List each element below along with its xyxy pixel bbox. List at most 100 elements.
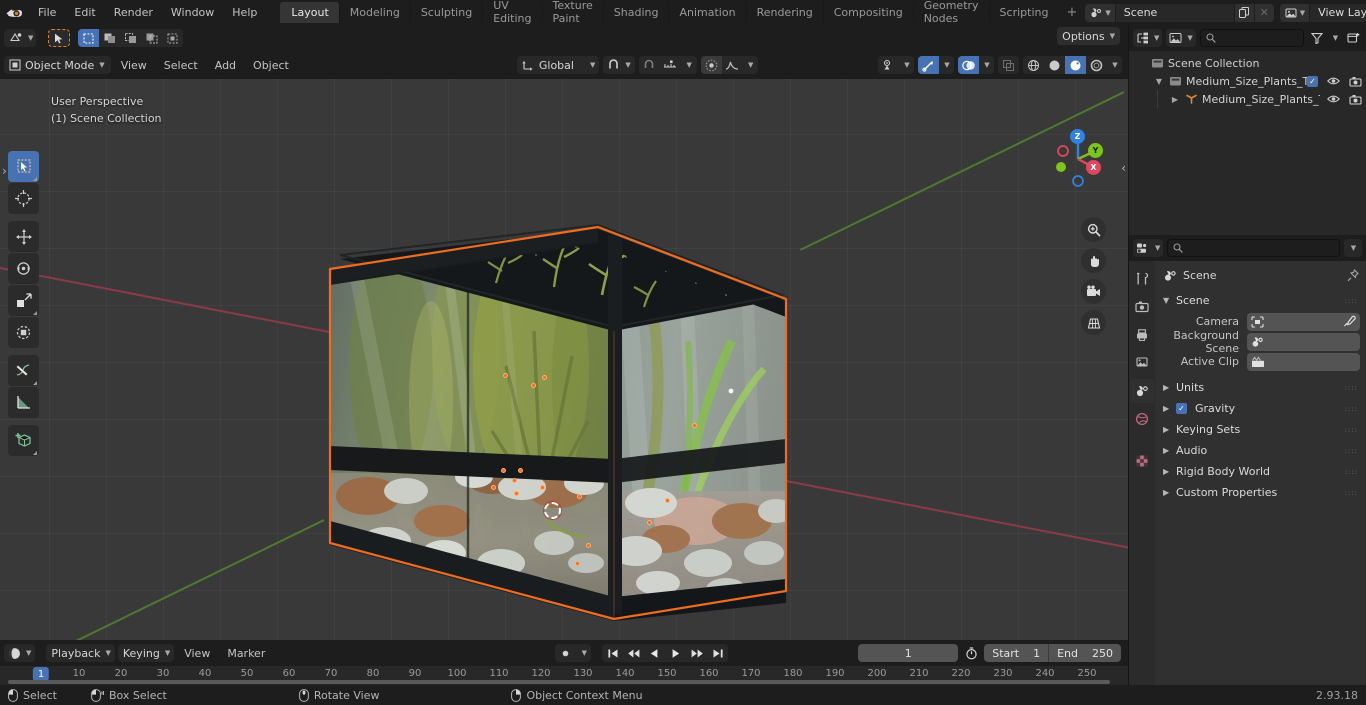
tab-modeling[interactable]: Modeling	[338, 2, 410, 23]
outliner-row-object[interactable]: ▶ Medium_Size_Plants_Terr	[1129, 90, 1366, 108]
gizmo-axis-z[interactable]: Z	[1070, 129, 1085, 144]
duplicate-icon[interactable]	[1233, 3, 1254, 22]
next-keyframe-icon[interactable]	[686, 644, 708, 662]
zoom-icon[interactable]	[1081, 217, 1106, 242]
proportional-edit-icon[interactable]	[700, 56, 722, 74]
properties-search-input[interactable]	[1167, 239, 1340, 257]
menu-edit[interactable]: Edit	[65, 3, 104, 22]
transform-tool[interactable]	[8, 317, 39, 348]
rotate-tool[interactable]	[8, 253, 39, 284]
smooth-falloff-icon[interactable]	[721, 56, 743, 74]
world-tab[interactable]	[1130, 407, 1154, 431]
falloff-dropdown-caret[interactable]: ▼	[742, 56, 758, 74]
chevron-down-icon[interactable]: ▼	[1329, 29, 1341, 47]
view-layer-name[interactable]: View Layer	[1310, 3, 1366, 22]
move-tool[interactable]	[8, 221, 39, 252]
current-frame-field[interactable]: 1	[858, 644, 959, 662]
scene-tab[interactable]	[1130, 379, 1154, 403]
gizmo-axis-y[interactable]: Y	[1088, 143, 1103, 158]
timeline-menu-view[interactable]: View	[177, 645, 217, 662]
material-preview-shading-icon[interactable]	[1065, 56, 1086, 74]
subtract-select-icon[interactable]	[120, 29, 142, 47]
camera-field[interactable]	[1247, 312, 1360, 331]
panel-gravity[interactable]: ▶ ✓ Gravity ::::	[1155, 398, 1366, 419]
expand-triangle-icon[interactable]: ▶	[1163, 446, 1171, 455]
panel-keying-sets[interactable]: ▶ Keying Sets ::::	[1155, 419, 1366, 440]
start-frame-field[interactable]: Start 1	[984, 644, 1048, 662]
annotate-tool[interactable]	[8, 355, 39, 386]
use-preview-range-icon[interactable]	[962, 644, 980, 662]
auto-keying-icon[interactable]	[555, 644, 577, 662]
menu-file[interactable]: File	[29, 3, 65, 22]
eye-icon[interactable]	[1327, 94, 1340, 104]
pan-hand-icon[interactable]	[1081, 248, 1106, 273]
tab-rendering[interactable]: Rendering	[745, 2, 823, 23]
expand-triangle-icon[interactable]: ▶	[1163, 404, 1171, 413]
editor-type-selector[interactable]: ▼	[4, 29, 37, 47]
box-select-icon[interactable]	[78, 29, 100, 47]
panel-scene[interactable]: ▼ Scene ::::	[1155, 290, 1366, 311]
play-icon[interactable]	[665, 644, 687, 662]
intersect-select-icon[interactable]	[141, 29, 163, 47]
menu-render[interactable]: Render	[105, 3, 162, 22]
viewport-menu-add[interactable]: Add	[208, 57, 243, 74]
expand-triangle-icon[interactable]: ▶	[1163, 383, 1171, 392]
playback-menu[interactable]: Playback ▼	[46, 644, 115, 662]
timeline-menu-marker[interactable]: Marker	[220, 645, 272, 662]
texture-tab[interactable]	[1130, 449, 1154, 473]
measure-tool[interactable]	[8, 387, 39, 418]
transform-orientation-selector[interactable]: Global ▼	[516, 56, 600, 74]
overlays-icon[interactable]	[958, 56, 979, 74]
3d-viewport[interactable]: User Perspective (1) Scene Collection Z …	[0, 79, 1128, 640]
end-frame-field[interactable]: End 250	[1049, 644, 1121, 662]
tab-sculpting[interactable]: Sculpting	[409, 2, 482, 23]
toggle-ortho-icon[interactable]	[1081, 310, 1106, 335]
viewport-menu-select[interactable]: Select	[157, 57, 205, 74]
outliner-tree[interactable]: Scene Collection ▼ Medium_Size_Plants_Te…	[1129, 51, 1366, 235]
expand-triangle-icon[interactable]: ▶	[1163, 425, 1171, 434]
menu-help[interactable]: Help	[223, 3, 266, 22]
tab-uv-editing[interactable]: UV Editing	[482, 0, 541, 25]
add-workspace-button[interactable]: +	[1058, 1, 1085, 24]
xray-icon[interactable]	[998, 56, 1019, 74]
expand-triangle-icon[interactable]: ▼	[1163, 296, 1171, 305]
view-layer-tab[interactable]	[1130, 351, 1154, 375]
unlink-x-icon[interactable]: ✕	[1253, 3, 1274, 22]
outliner-display-mode-icon[interactable]: ▼	[1133, 29, 1163, 47]
snap-increment-icon[interactable]	[659, 56, 681, 74]
scene-name[interactable]: Scene	[1115, 3, 1234, 22]
chevron-down-icon[interactable]: ▼	[939, 56, 954, 74]
tab-animation[interactable]: Animation	[668, 2, 745, 23]
rendered-shading-icon[interactable]	[1086, 56, 1107, 74]
chevron-down-icon[interactable]: ▼	[576, 644, 592, 662]
outliner-row-scene-collection[interactable]: Scene Collection	[1129, 54, 1366, 72]
camera-view-icon[interactable]	[1081, 279, 1106, 304]
tab-compositing[interactable]: Compositing	[822, 2, 913, 23]
eye-icon[interactable]	[1327, 76, 1340, 86]
gravity-checkbox[interactable]: ✓	[1176, 403, 1187, 414]
expand-triangle-icon[interactable]: ▶	[1169, 95, 1181, 104]
gizmo-axis-x[interactable]: X	[1086, 160, 1101, 175]
magnet-icon[interactable]	[638, 56, 660, 74]
wireframe-shading-icon[interactable]	[1023, 56, 1044, 74]
eyedropper-icon[interactable]	[1343, 315, 1356, 328]
output-tab[interactable]	[1130, 323, 1154, 347]
terrarium-object[interactable]	[296, 191, 806, 640]
view-layer-icon[interactable]: ▼	[1279, 3, 1311, 22]
add-cube-tool[interactable]	[8, 425, 39, 456]
camera-render-icon[interactable]	[1349, 76, 1362, 87]
render-tab[interactable]	[1130, 295, 1154, 319]
expand-triangle-icon[interactable]: ▶	[1163, 488, 1171, 497]
object-mode-selector[interactable]: Object Mode ▼	[4, 56, 111, 74]
chevron-down-icon[interactable]: ▼	[1344, 239, 1362, 257]
prev-keyframe-icon[interactable]	[623, 644, 645, 662]
options-button[interactable]: Options ▼	[1057, 27, 1120, 45]
tab-texture-paint[interactable]: Texture Paint	[541, 0, 603, 25]
panel-custom-properties[interactable]: ▶ Custom Properties ::::	[1155, 482, 1366, 503]
scale-tool[interactable]	[8, 285, 39, 316]
tweak-tool[interactable]	[8, 151, 39, 182]
panel-audio[interactable]: ▶ Audio ::::	[1155, 440, 1366, 461]
chevron-down-icon[interactable]: ▼	[979, 56, 994, 74]
collection-checkbox[interactable]: ✓	[1307, 75, 1318, 87]
chevron-down-icon[interactable]: ▼	[899, 56, 914, 74]
